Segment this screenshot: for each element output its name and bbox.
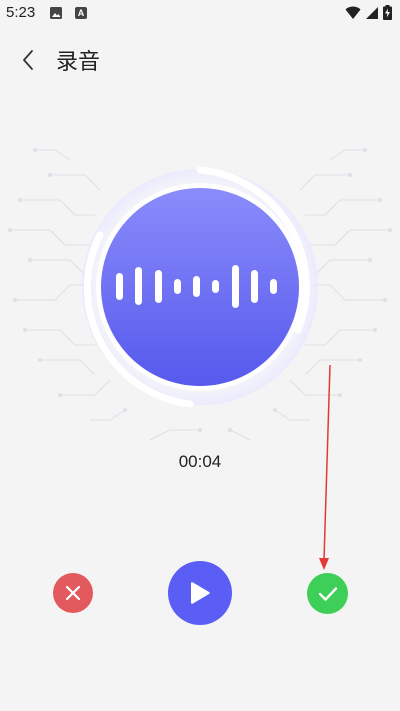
wifi-icon <box>345 6 361 19</box>
page-title: 录音 <box>56 50 101 75</box>
app-header: 录音 <box>0 40 400 80</box>
recording-visual <box>8 148 392 441</box>
chevron-left-icon <box>23 50 33 70</box>
check-icon <box>318 586 337 601</box>
status-right-icons <box>345 5 392 20</box>
recording-screen: 5:23 A 录音 00:04 <box>0 0 400 711</box>
close-icon <box>65 585 81 601</box>
status-time: 5:23 <box>6 4 36 21</box>
status-bar: 5:23 A <box>0 0 400 28</box>
play-icon <box>191 582 210 604</box>
image-icon <box>50 7 62 19</box>
back-button[interactable] <box>14 46 42 74</box>
recording-timer: 00:04 <box>178 452 222 471</box>
signal-icon <box>366 6 378 19</box>
confirm-button[interactable] <box>307 573 348 614</box>
a-badge-icon: A <box>75 7 87 19</box>
cancel-button[interactable] <box>53 573 93 613</box>
battery-charging-icon <box>383 5 392 20</box>
play-button[interactable] <box>168 561 232 625</box>
